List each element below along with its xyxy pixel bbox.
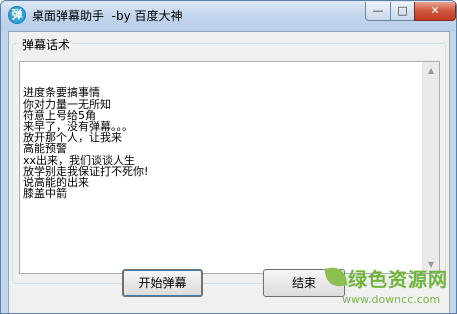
window-title: 桌面弹幕助手 -by 百度大神 (32, 9, 183, 23)
danmaku-line: 高能预警 (23, 142, 67, 156)
danmaku-line: 进度条要搞事情 (23, 86, 100, 100)
danmaku-text-area[interactable]: 进度条要搞事情 你对力量一无所知 符意上号给5角 来早了，没有弹幕。。。 放开那个人，让… (19, 61, 440, 274)
danmaku-line: 放开那个人，让我来 (23, 131, 122, 145)
minimize-button[interactable]: — (365, 2, 391, 21)
start-danmaku-button[interactable]: 开始弹幕 (122, 269, 203, 297)
vertical-scrollbar[interactable]: ▲ ▼ (422, 62, 439, 273)
groupbox-label: 弹幕话术 (20, 36, 73, 53)
leaf-logo-icon (324, 265, 348, 289)
close-button[interactable]: ✕ (414, 2, 456, 21)
scroll-up-arrow-icon[interactable]: ▲ (423, 62, 439, 79)
watermark: 绿色资源网 www.downcc.com (324, 263, 456, 313)
main-window: 弹 桌面弹幕助手 -by 百度大神 — □ ✕ 弹幕话术 进度条要搞事情 你对力量… (0, 0, 457, 314)
watermark-title: 绿色资源网 (348, 269, 449, 291)
danmaku-line: 说高能的出来 (23, 176, 89, 190)
title-bar[interactable]: 弹 桌面弹幕助手 -by 百度大神 — □ ✕ (1, 1, 456, 31)
watermark-url: www.downcc.com (342, 293, 441, 306)
danmaku-groupbox: 弹幕话术 进度条要搞事情 你对力量一无所知 符意上号给5角 来早了，没有弹幕。。。 放开… (12, 36, 446, 284)
danmaku-line: 膝盖中箭 (23, 187, 67, 201)
app-icon: 弹 (8, 6, 26, 24)
maximize-button[interactable]: □ (390, 2, 415, 21)
